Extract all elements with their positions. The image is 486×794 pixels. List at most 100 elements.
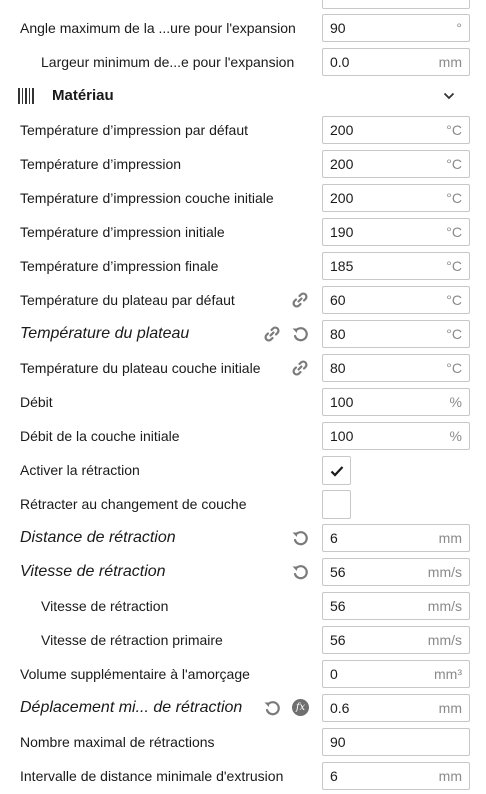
setting-label: Rétracter au changement de couche xyxy=(20,496,247,512)
field-unit: mm/s xyxy=(427,632,462,648)
field-value: 200 xyxy=(330,122,354,138)
field-value: 80 xyxy=(330,326,346,342)
value-field[interactable]: 200 °C xyxy=(322,150,470,178)
setting-row: Intervalle de distance minimale d'extrus… xyxy=(0,759,486,793)
setting-label: Débit de la couche initiale xyxy=(20,428,180,444)
value-field[interactable]: 6 mm xyxy=(322,762,470,790)
setting-row: Température du plateau 80 °C xyxy=(0,317,486,351)
setting-label: Température d’impression par défaut xyxy=(20,122,249,138)
setting-label: Largeur minimum de...e pour l'expansion xyxy=(41,54,295,70)
field-value: 0.0 xyxy=(330,54,350,70)
reset-icon[interactable] xyxy=(291,529,309,547)
field-value: 56 xyxy=(330,564,346,580)
setting-label: Activer la rétraction xyxy=(20,462,140,478)
link-icon[interactable] xyxy=(291,291,309,309)
setting-label: Nombre maximal de rétractions xyxy=(20,734,215,750)
field-value: 60 xyxy=(330,292,346,308)
value-field[interactable]: 100 % xyxy=(322,422,470,450)
reset-icon[interactable] xyxy=(291,325,309,343)
settings-panel: Angle maximum de la ...ure pour l'expans… xyxy=(0,0,486,794)
field-value: 100 xyxy=(330,428,354,444)
value-field[interactable]: 200 °C xyxy=(322,116,470,144)
setting-row-largeur: Largeur minimum de...e pour l'expansion … xyxy=(0,45,486,79)
setting-row: Rétracter au changement de couche xyxy=(0,487,486,521)
field-unit: ° xyxy=(456,20,462,36)
field-unit: mm/s xyxy=(427,598,462,614)
largeur-value-field[interactable]: 0.0 mm xyxy=(322,48,470,76)
setting-row: Activer la rétraction xyxy=(0,453,486,487)
value-field[interactable]: 0.6 mm xyxy=(322,694,470,722)
setting-label: Vitesse de rétraction primaire xyxy=(41,632,223,648)
link-icon[interactable] xyxy=(291,359,309,377)
setting-label: Température du plateau par défaut xyxy=(20,292,235,308)
field-unit: °C xyxy=(446,360,462,376)
setting-label: Température du plateau xyxy=(20,325,190,342)
setting-label: Débit xyxy=(20,394,53,410)
field-unit: % xyxy=(449,428,462,444)
field-unit: mm xyxy=(438,530,462,546)
setting-label: Intervalle de distance minimale d'extrus… xyxy=(20,768,284,784)
value-field[interactable]: 60 °C xyxy=(322,286,470,314)
field-unit: °C xyxy=(446,156,462,172)
fx-icon[interactable]: fx xyxy=(292,699,309,716)
field-value: 56 xyxy=(330,632,346,648)
value-field[interactable]: 100 % xyxy=(322,388,470,416)
value-field[interactable]: 90 xyxy=(322,728,470,756)
value-field[interactable]: 80 °C xyxy=(322,320,470,348)
value-field[interactable]: 190 °C xyxy=(322,218,470,246)
field-value: 100 xyxy=(330,394,354,410)
enable-retraction-checkbox[interactable] xyxy=(322,456,351,485)
field-unit: °C xyxy=(446,292,462,308)
value-field[interactable]: 56 mm/s xyxy=(322,592,470,620)
angle-value-field[interactable]: 90 ° xyxy=(322,14,470,42)
setting-row: Température d’impression couche initiale… xyxy=(0,181,486,215)
chevron-down-icon[interactable] xyxy=(443,90,455,102)
setting-label: Température d’impression xyxy=(20,156,182,172)
setting-row: Vitesse de rétraction primaire 56 mm/s xyxy=(0,623,486,657)
field-value: 80 xyxy=(330,360,346,376)
field-value: 6 xyxy=(330,530,338,546)
field-unit: mm xyxy=(438,54,462,70)
link-icon[interactable] xyxy=(263,325,281,343)
partial-value-field[interactable] xyxy=(322,0,470,9)
setting-row: Débit de la couche initiale 100 % xyxy=(0,419,486,453)
value-field[interactable]: 200 °C xyxy=(322,184,470,212)
field-unit: % xyxy=(449,394,462,410)
setting-row: Température du plateau par défaut 60 °C xyxy=(0,283,486,317)
field-unit: °C xyxy=(446,258,462,274)
setting-row: Nombre maximal de rétractions 90 xyxy=(0,725,486,759)
checkmark-icon xyxy=(330,466,344,477)
field-value: 190 xyxy=(330,224,354,240)
field-unit: mm³ xyxy=(434,666,462,682)
setting-label: Vitesse de rétraction xyxy=(41,598,169,614)
field-value: 0 xyxy=(330,666,338,682)
setting-label: Volume supplémentaire à l'amorçage xyxy=(20,666,250,682)
value-field[interactable]: 6 mm xyxy=(322,524,470,552)
field-value: 90 xyxy=(330,734,346,750)
field-unit: °C xyxy=(446,326,462,342)
setting-row: Volume supplémentaire à l'amorçage 0 mm³ xyxy=(0,657,486,691)
setting-row: Température d’impression initiale 190 °C xyxy=(0,215,486,249)
reset-icon[interactable] xyxy=(263,699,281,717)
section-header-materiau[interactable]: Matériau xyxy=(0,79,486,113)
field-value: 56 xyxy=(330,598,346,614)
value-field[interactable]: 0 mm³ xyxy=(322,660,470,688)
reset-icon[interactable] xyxy=(291,563,309,581)
field-value: 185 xyxy=(330,258,354,274)
setting-row: Température d’impression par défaut 200 … xyxy=(0,113,486,147)
retract-layer-change-checkbox[interactable] xyxy=(322,490,351,519)
value-field[interactable]: 185 °C xyxy=(322,252,470,280)
setting-label: Angle maximum de la ...ure pour l'expans… xyxy=(20,20,296,36)
value-field[interactable]: 56 mm/s xyxy=(322,558,470,586)
field-value: 90 xyxy=(330,20,346,36)
setting-label: Déplacement mi... de rétraction xyxy=(20,699,243,716)
field-unit: °C xyxy=(446,190,462,206)
field-unit: °C xyxy=(446,224,462,240)
field-value: 200 xyxy=(330,156,354,172)
field-value: 6 xyxy=(330,768,338,784)
setting-row: Débit 100 % xyxy=(0,385,486,419)
setting-label: Vitesse de rétraction xyxy=(20,563,166,580)
value-field[interactable]: 80 °C xyxy=(322,354,470,382)
setting-row: Vitesse de rétraction 56 mm/s xyxy=(0,555,486,589)
value-field[interactable]: 56 mm/s xyxy=(322,626,470,654)
